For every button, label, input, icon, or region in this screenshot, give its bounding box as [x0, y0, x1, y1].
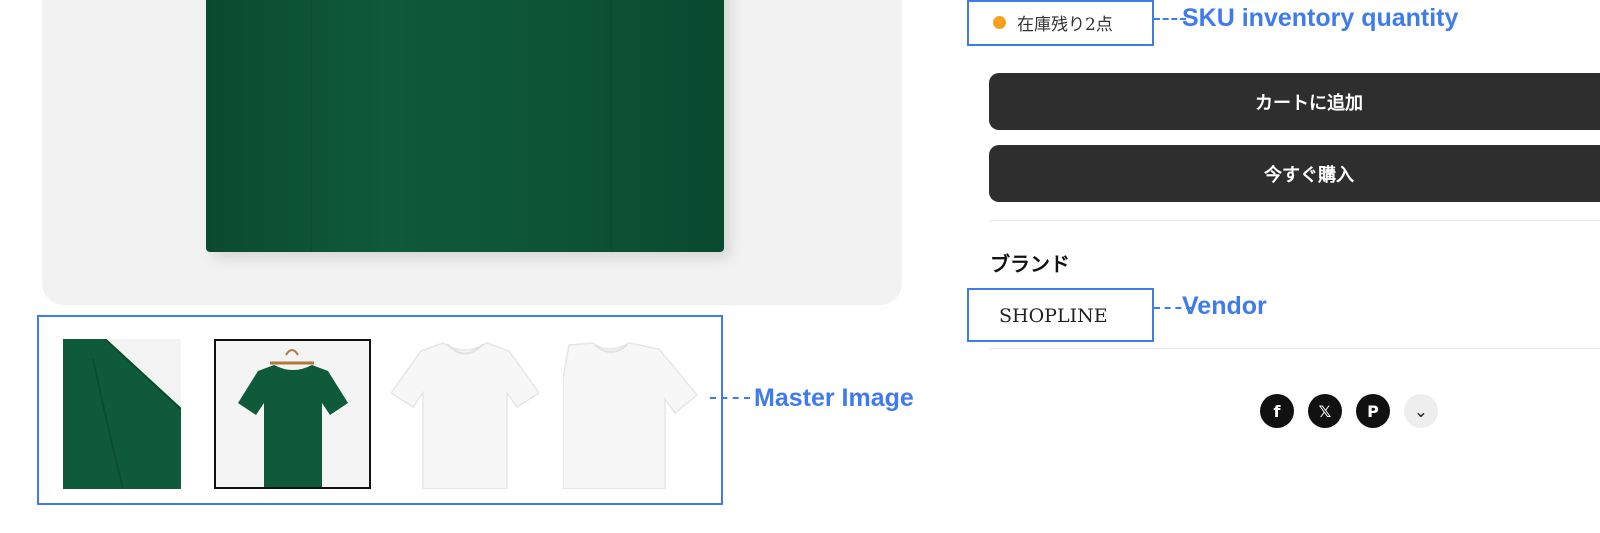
main-product-image[interactable]	[42, 0, 902, 305]
master-image-annotation: Master Image	[754, 384, 914, 412]
sku-annotation: SKU inventory quantity	[1182, 4, 1459, 32]
thumbnail-green-sleeve[interactable]	[63, 339, 181, 489]
add-to-cart-button[interactable]: カートに追加	[989, 73, 1600, 130]
stock-status-dot	[993, 16, 1006, 29]
vendor-box: SHOPLINE	[967, 288, 1154, 342]
brand-heading: ブランド	[990, 252, 1070, 276]
pinterest-icon[interactable]: P	[1356, 394, 1390, 428]
chevron-down-icon[interactable]: ⌄	[1404, 394, 1438, 428]
vendor-name: SHOPLINE	[999, 305, 1108, 327]
thumbnail-white-front[interactable]	[391, 339, 539, 489]
thumbnail-white-side[interactable]	[563, 339, 697, 489]
stock-text: 在庫残り2点	[1017, 15, 1113, 35]
divider	[989, 220, 1600, 221]
divider	[989, 348, 1600, 349]
vendor-annotation: Vendor	[1182, 292, 1267, 320]
green-tshirt-image	[206, 0, 724, 252]
buy-now-button[interactable]: 今すぐ購入	[989, 145, 1600, 202]
x-icon[interactable]: 𝕏	[1308, 394, 1342, 428]
master-image-connector	[710, 397, 750, 399]
facebook-icon[interactable]: f	[1260, 394, 1294, 428]
sku-inventory-box: 在庫残り2点	[967, 0, 1154, 46]
thumbnail-gallery	[37, 315, 723, 505]
thumbnail-green-hanger[interactable]	[214, 339, 371, 489]
